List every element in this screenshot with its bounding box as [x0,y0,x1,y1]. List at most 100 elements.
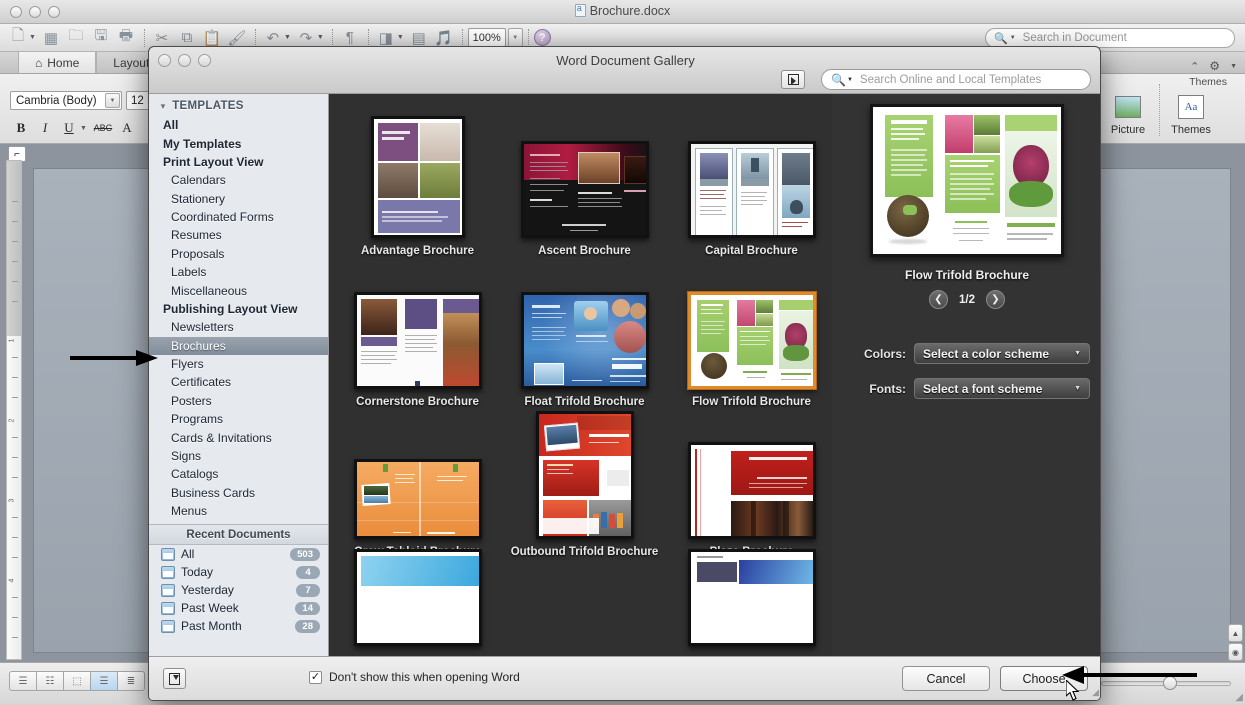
ribbon-tab-controls[interactable]: ⌃ ⚙ ▼ [1190,59,1245,73]
cancel-button[interactable]: Cancel [902,666,990,691]
template-item-float[interactable]: Float Trifold Brochure [505,249,664,408]
font-format-buttons[interactable]: B I U ▼ ABC A [10,118,138,138]
template-grid[interactable]: Advantage Brochure Ascent Brochure Capit… [330,94,832,681]
sidebar-item-coordinated-forms[interactable]: Coordinated Forms [149,208,328,226]
preview-pager[interactable]: ❮ 1/2 ❯ [832,290,1100,309]
collapse-ribbon-icon[interactable]: ⌃ [1190,60,1199,73]
dialog-resize-grip-icon[interactable]: ◢ [1092,687,1099,698]
sidebar-item-business-cards[interactable]: Business Cards [149,484,328,502]
template-item-capital[interactable]: Capital Brochure [672,98,831,257]
template-thumbnail[interactable] [353,459,482,539]
font-name-chevron-icon[interactable]: ▼ [105,93,120,108]
sidebar-item-stationery[interactable]: Stationery [149,190,328,208]
recent-item-today[interactable]: Today 4 [149,563,328,581]
template-thumbnail[interactable] [353,292,482,389]
underline-chevron-icon[interactable]: ▼ [80,125,87,132]
sidebar-item-flyers[interactable]: Flyers [149,355,328,373]
sidebar-item-calendars[interactable]: Calendars [149,171,328,189]
tab-home[interactable]: ⌂ Home [18,52,97,73]
recent-item-all[interactable]: All 503 [149,545,328,563]
sidebar-item-resumes[interactable]: Resumes [149,226,328,244]
template-thumbnail[interactable] [687,141,816,238]
template-thumbnail[interactable] [370,116,465,238]
notebook-layout-view-button[interactable]: ≣ [117,671,145,691]
sidebar-item-certificates[interactable]: Certificates [149,373,328,391]
browse-object-button[interactable]: ◉ [1228,643,1243,661]
sidebar-item-brochures[interactable]: Brochures [149,336,328,355]
colors-select[interactable]: Select a color scheme ▼ [914,343,1090,364]
template-item-outbound[interactable]: Outbound Trifold Brochure [505,399,664,558]
open-other-icon[interactable] [163,668,186,689]
zoom-level-input[interactable]: 100% [467,28,506,47]
sidebar-recent-list[interactable]: All 503 Today 4 Yesterday 7 Past Week 14 Past Mo… [149,545,328,635]
sidebar-item-signs[interactable]: Signs [149,447,328,465]
template-thumbnail[interactable] [520,141,649,238]
outline-view-button[interactable]: ☷ [36,671,64,691]
sidebar-item-print-layout-view[interactable]: Print Layout View [149,153,328,171]
chevron-right-icon[interactable]: ❯ [986,290,1005,309]
publishing-layout-view-button[interactable]: ⬚ [63,671,91,691]
template-item-plaza[interactable]: Plaza Brochure [672,399,831,558]
sidebar-item-programs[interactable]: Programs [149,410,328,428]
templates-section-header[interactable]: ▼ TEMPLATES [149,94,328,116]
picture-group-button[interactable]: Picture [1097,76,1159,136]
bold-button[interactable]: B [10,118,32,138]
template-thumbnail[interactable] [353,549,482,646]
save-icon[interactable]: 🖫 [89,26,113,50]
search-options-chevron-icon[interactable]: ▼ [847,77,853,83]
sidebar-chevron-icon[interactable]: ▼ [397,34,404,41]
font-color-button[interactable]: A [116,118,138,138]
template-item-grow[interactable]: Grow Tabloid Brochure [338,399,497,558]
strikethrough-button[interactable]: ABC [92,118,114,138]
chevron-down-icon[interactable]: ▼ [1074,385,1081,392]
sidebar-item-cards-invitations[interactable]: Cards & Invitations [149,428,328,446]
draft-view-button[interactable]: ☰ [9,671,37,691]
template-thumbnail[interactable] [520,292,649,389]
themes-group-button[interactable]: Aa Themes [1160,76,1222,136]
recent-item-yesterday[interactable]: Yesterday 7 [149,581,328,599]
font-name-combo[interactable]: Cambria (Body) ▼ [10,91,122,110]
template-thumbnail[interactable] [535,411,634,539]
dont-show-checkbox-row[interactable]: ✓ Don't show this when opening Word [309,670,520,684]
template-item-advantage[interactable]: Advantage Brochure [338,98,497,257]
new-document-icon[interactable]: 🗋 [6,26,30,50]
chevron-down-icon[interactable]: ▼ [1074,350,1081,357]
recent-item-past-week[interactable]: Past Week 14 [149,599,328,617]
resize-grip-icon[interactable]: ◢ [1235,692,1243,703]
sidebar-item-labels[interactable]: Labels [149,263,328,281]
view-mode-buttons[interactable]: ☰ ☷ ⬚ ☰ ≣ [9,671,145,691]
search-options-chevron-icon[interactable]: ▼ [1010,35,1016,41]
vertical-ruler[interactable]: 1 2 3 4 [6,160,22,660]
print-layout-view-button[interactable]: ☰ [90,671,118,691]
template-thumbnail[interactable] [687,442,816,539]
preview-thumbnail[interactable] [870,104,1064,257]
template-item-flow[interactable]: Flow Trifold Brochure [672,249,831,408]
print-icon[interactable]: 🖶 [114,26,138,50]
document-search-field[interactable]: 🔍 ▼ Search in Document [985,28,1235,48]
sidebar-item-my-templates[interactable]: My Templates [149,134,328,152]
slideshow-icon[interactable] [781,70,805,89]
sidebar-item-miscellaneous[interactable]: Miscellaneous [149,281,328,299]
new-document-chevron-icon[interactable]: ▼ [29,34,36,41]
zoom-stepper[interactable]: ▼ [507,28,523,47]
gear-chevron-icon[interactable]: ▼ [1230,63,1237,70]
template-thumbnail[interactable] [687,549,816,646]
sidebar-item-menus[interactable]: Menus [149,502,328,520]
sidebar-item-publishing-layout-view[interactable]: Publishing Layout View [149,300,328,318]
dialog-sidebar[interactable]: ▼ TEMPLATES All My Templates Print Layout V… [149,94,329,700]
sidebar-item-catalogs[interactable]: Catalogs [149,465,328,483]
chevron-left-icon[interactable]: ❮ [929,290,948,309]
gear-icon[interactable]: ⚙ [1209,59,1220,73]
help-icon[interactable]: ? [533,29,551,46]
open-icon[interactable]: 🗀 [64,26,88,50]
scroll-up-button[interactable]: ▲ [1228,624,1243,642]
sidebar-item-newsletters[interactable]: Newsletters [149,318,328,336]
sidebar-template-list[interactable]: All My Templates Print Layout View Calendar… [149,116,328,520]
dont-show-checkbox[interactable]: ✓ [309,670,322,684]
italic-button[interactable]: I [34,118,56,138]
recent-item-past-month[interactable]: Past Month 28 [149,617,328,635]
redo-chevron-icon[interactable]: ▼ [317,34,324,41]
chevron-down-icon[interactable]: ▼ [159,102,167,111]
sidebar-item-proposals[interactable]: Proposals [149,245,328,263]
sidebar-item-all[interactable]: All [149,116,328,134]
